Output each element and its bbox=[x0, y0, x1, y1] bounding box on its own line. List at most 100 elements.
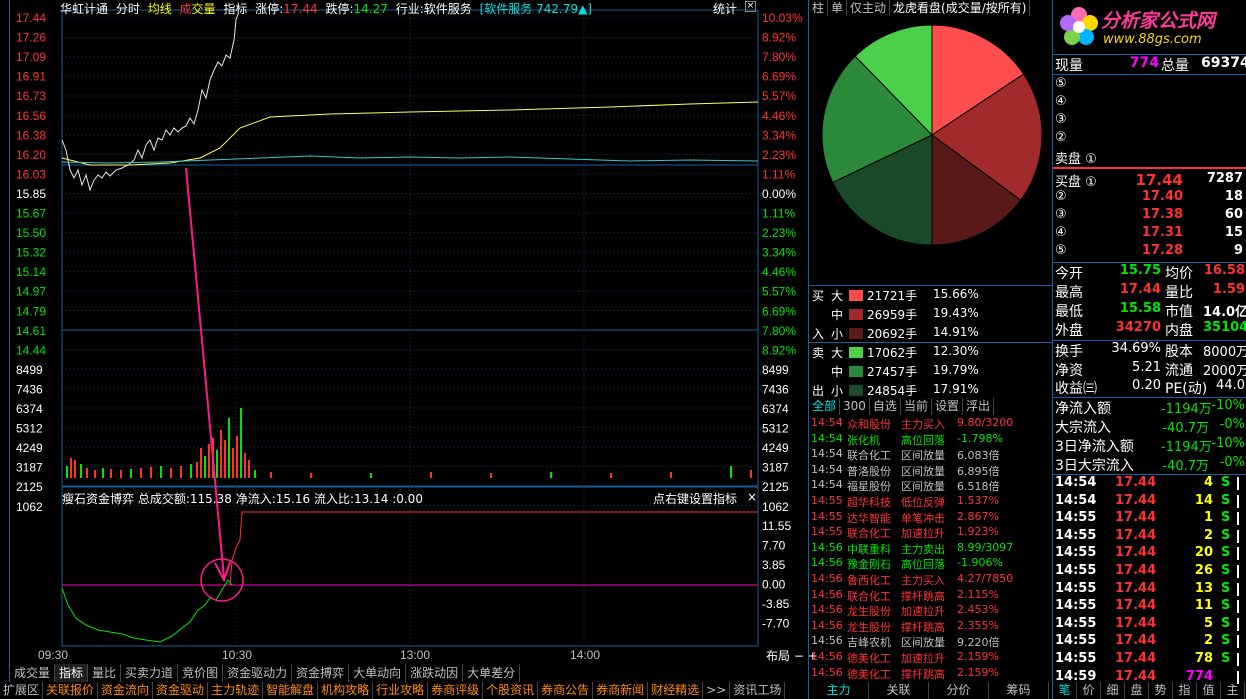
alert-row[interactable]: 14:55 超华科技 低位反弹 1.537% bbox=[811, 494, 1051, 510]
mid-bottom-tab[interactable]: 关联 bbox=[869, 682, 929, 699]
quote-bottom-tab[interactable]: 势 bbox=[1149, 682, 1173, 699]
indicator-tab[interactable]: 量比 bbox=[88, 664, 122, 682]
info-tab[interactable]: >> bbox=[703, 682, 731, 699]
stat-row: 今开 15.75 均价 16.58 bbox=[1053, 263, 1246, 282]
info-tab[interactable]: 资金驱动 bbox=[153, 682, 209, 699]
sector-index[interactable]: [软件服务 742.79▲] bbox=[480, 2, 592, 16]
alert-row[interactable]: 14:54 众和股份 主力买入 9.80/3200 bbox=[811, 416, 1051, 432]
indicator-tab[interactable]: 资金搏弈 bbox=[292, 664, 350, 682]
money-flow-tab[interactable]: 柱 bbox=[809, 0, 829, 16]
alert-row[interactable]: 14:56 豫金刚石 高位回落 -1.906% bbox=[811, 556, 1051, 572]
alert-tab[interactable]: 300 bbox=[840, 398, 870, 415]
buy-level-price: 17.31 bbox=[1141, 225, 1183, 240]
alert-value: -1.906% bbox=[957, 556, 1003, 570]
stat-row: 外盘 34270 内盘 35104 bbox=[1053, 320, 1246, 339]
flow-swatch bbox=[849, 309, 863, 320]
info-tab[interactable]: 券商评级 bbox=[428, 682, 484, 699]
alert-row[interactable]: 14:56 吉峰农机 区间放量 9.220倍 bbox=[811, 634, 1051, 650]
quote-bottom-tab[interactable]: 细 bbox=[1101, 682, 1125, 699]
quote-bottom-tab[interactable]: 值 bbox=[1197, 682, 1221, 699]
volume-bar bbox=[110, 469, 112, 478]
info-tab[interactable]: 资金流向 bbox=[98, 682, 154, 699]
alert-tab[interactable]: 全部 bbox=[809, 398, 841, 415]
tab-junxian[interactable]: 均线 bbox=[148, 2, 172, 16]
mid-bottom-tab[interactable]: 主力 bbox=[809, 682, 869, 699]
alert-row[interactable]: 14:56 联合化工 撑杆跳高 2.115% bbox=[811, 588, 1051, 604]
intraday-chart-area[interactable]: 17.44 17.26 17.09 16.91 16.73 16.56 16.38 16.20… bbox=[10, 0, 808, 683]
indicator-close-button[interactable]: × bbox=[747, 490, 757, 504]
quote-bottom-tab[interactable]: 笔 bbox=[1053, 682, 1077, 699]
tab-fenshi[interactable]: 分时 bbox=[116, 2, 140, 16]
alert-row[interactable]: 14:54 张化机 高位回落 -1.798% bbox=[811, 432, 1051, 448]
indicator-tab[interactable]: 大单差分 bbox=[463, 664, 521, 682]
indicator-tab[interactable]: 资金驱动力 bbox=[223, 664, 293, 682]
indicator-panel-header: 瘦石资金博弈 总成交额:115.38 净流入:15.16 流入比:13.14 :… bbox=[62, 490, 423, 506]
right-axis-tick: 7.80% bbox=[762, 324, 796, 338]
minus-icon[interactable]: − bbox=[794, 649, 804, 663]
indicator-tab[interactable]: 成交量 bbox=[10, 664, 56, 682]
indicator-tab[interactable]: 大单动向 bbox=[349, 664, 407, 682]
tab-volume[interactable]: 成交量 bbox=[180, 2, 216, 16]
info-tab[interactable]: 券商新闻 bbox=[593, 682, 649, 699]
flow-size: 中 bbox=[831, 308, 844, 322]
indicator-tab[interactable]: 竞价图 bbox=[178, 664, 224, 682]
alert-row[interactable]: 14:56 龙生股份 撑杆跳高 2.355% bbox=[811, 619, 1051, 635]
info-tab[interactable]: 资讯工场 bbox=[730, 682, 786, 699]
indicator-tab[interactable]: 买卖力道 bbox=[121, 664, 179, 682]
alert-tab[interactable]: 当前 bbox=[901, 398, 932, 415]
alert-tab[interactable]: 自选 bbox=[870, 398, 901, 415]
tab-indicator[interactable]: 指标 bbox=[223, 2, 247, 16]
info-tab[interactable]: 主力轨迹 bbox=[208, 682, 264, 699]
alert-row[interactable]: 14:54 普洛股份 区间放量 6.895倍 bbox=[811, 463, 1051, 479]
info-tab[interactable]: 个股资讯 bbox=[483, 682, 539, 699]
left-axis-tick: 16.91 bbox=[16, 70, 46, 84]
info-tab[interactable]: 智能解盘 bbox=[263, 682, 319, 699]
info-tab[interactable]: 行业攻略 bbox=[373, 682, 429, 699]
alert-row[interactable]: 14:55 联合化工 加速拉升 1.923% bbox=[811, 525, 1051, 541]
flow-percent: 19.79% bbox=[933, 363, 979, 377]
tick-side: S bbox=[1221, 580, 1231, 596]
info-tab[interactable]: 财经精选 bbox=[648, 682, 704, 699]
quote-bottom-tab[interactable]: 指 bbox=[1173, 682, 1197, 699]
inflow-row: 3日大宗流入 -40.7万 -0% bbox=[1053, 455, 1246, 474]
info-tab[interactable]: 机构攻略 bbox=[318, 682, 374, 699]
alert-row[interactable]: 14:56 德美化工 加速拉升 2.159% bbox=[811, 650, 1051, 666]
alert-row[interactable]: 14:56 鲁西化工 主力买入 4.27/7850 bbox=[811, 572, 1051, 588]
stat-label: 量比 bbox=[1165, 285, 1193, 301]
money-flow-tab[interactable]: 单 bbox=[828, 0, 848, 16]
info-tab[interactable]: 扩展区 bbox=[0, 682, 44, 699]
quote-bottom-tab[interactable]: 主 bbox=[1221, 682, 1245, 699]
tick-time: 14:55 bbox=[1055, 633, 1097, 649]
alert-row[interactable]: 14:55 达华智能 单笔冲击 2.867% bbox=[811, 510, 1051, 526]
alert-row[interactable]: 14:54 联合化工 区间放量 6.083倍 bbox=[811, 447, 1051, 463]
industry-value: 软件服务 bbox=[423, 2, 472, 16]
info-tab[interactable]: 券商公告 bbox=[538, 682, 594, 699]
alert-row[interactable]: 14:56 德美化工 撑杆跳高 2.159% bbox=[811, 666, 1051, 682]
alert-tab[interactable]: 设置 bbox=[932, 398, 963, 415]
indicator-tab[interactable]: 涨跌动因 bbox=[406, 664, 464, 682]
stat-button[interactable]: 统计 bbox=[713, 0, 737, 17]
indicator-tick: -7.70 bbox=[762, 617, 790, 631]
close-chart-button[interactable]: × bbox=[745, 1, 756, 12]
alert-stock: 德美化工 bbox=[847, 667, 891, 681]
layout-label[interactable]: 布局 bbox=[766, 649, 790, 663]
alert-row[interactable]: 14:56 龙生股份 加速拉升 2.453% bbox=[811, 603, 1051, 619]
info-tab[interactable]: 关联报价 bbox=[43, 682, 99, 699]
quote-bottom-tab[interactable]: 盘 bbox=[1125, 682, 1149, 699]
money-flow-tab[interactable]: 龙虎看盘(成交量/按所有) bbox=[890, 0, 1031, 16]
indicator-tail: :0.00 bbox=[392, 492, 423, 506]
alert-tab[interactable]: 浮出 bbox=[963, 398, 994, 415]
indicator-tab[interactable]: 指标 bbox=[55, 664, 89, 682]
alert-row[interactable]: 14:54 福星股份 区间放量 6.518倍 bbox=[811, 478, 1051, 494]
alert-row[interactable]: 14:56 中联重科 主力卖出 8.99/3097 bbox=[811, 541, 1051, 557]
right-axis-tick: 4.46% bbox=[762, 109, 796, 123]
left-vertical-toolbar[interactable] bbox=[0, 0, 10, 683]
buy-level: ② 17.40 18 bbox=[1053, 189, 1246, 207]
mid-bottom-tab[interactable]: 分价 bbox=[929, 682, 989, 699]
quote-bottom-tab[interactable]: 价 bbox=[1077, 682, 1101, 699]
money-flow-tab[interactable]: 仅主动 bbox=[847, 0, 891, 16]
right-axis-tick: 2.23% bbox=[762, 226, 796, 240]
alert-stock: 联合化工 bbox=[847, 449, 891, 463]
indicator-settings-hint[interactable]: 点右键设置指标 bbox=[653, 490, 737, 507]
mid-bottom-tab[interactable]: 筹码 bbox=[989, 682, 1049, 699]
